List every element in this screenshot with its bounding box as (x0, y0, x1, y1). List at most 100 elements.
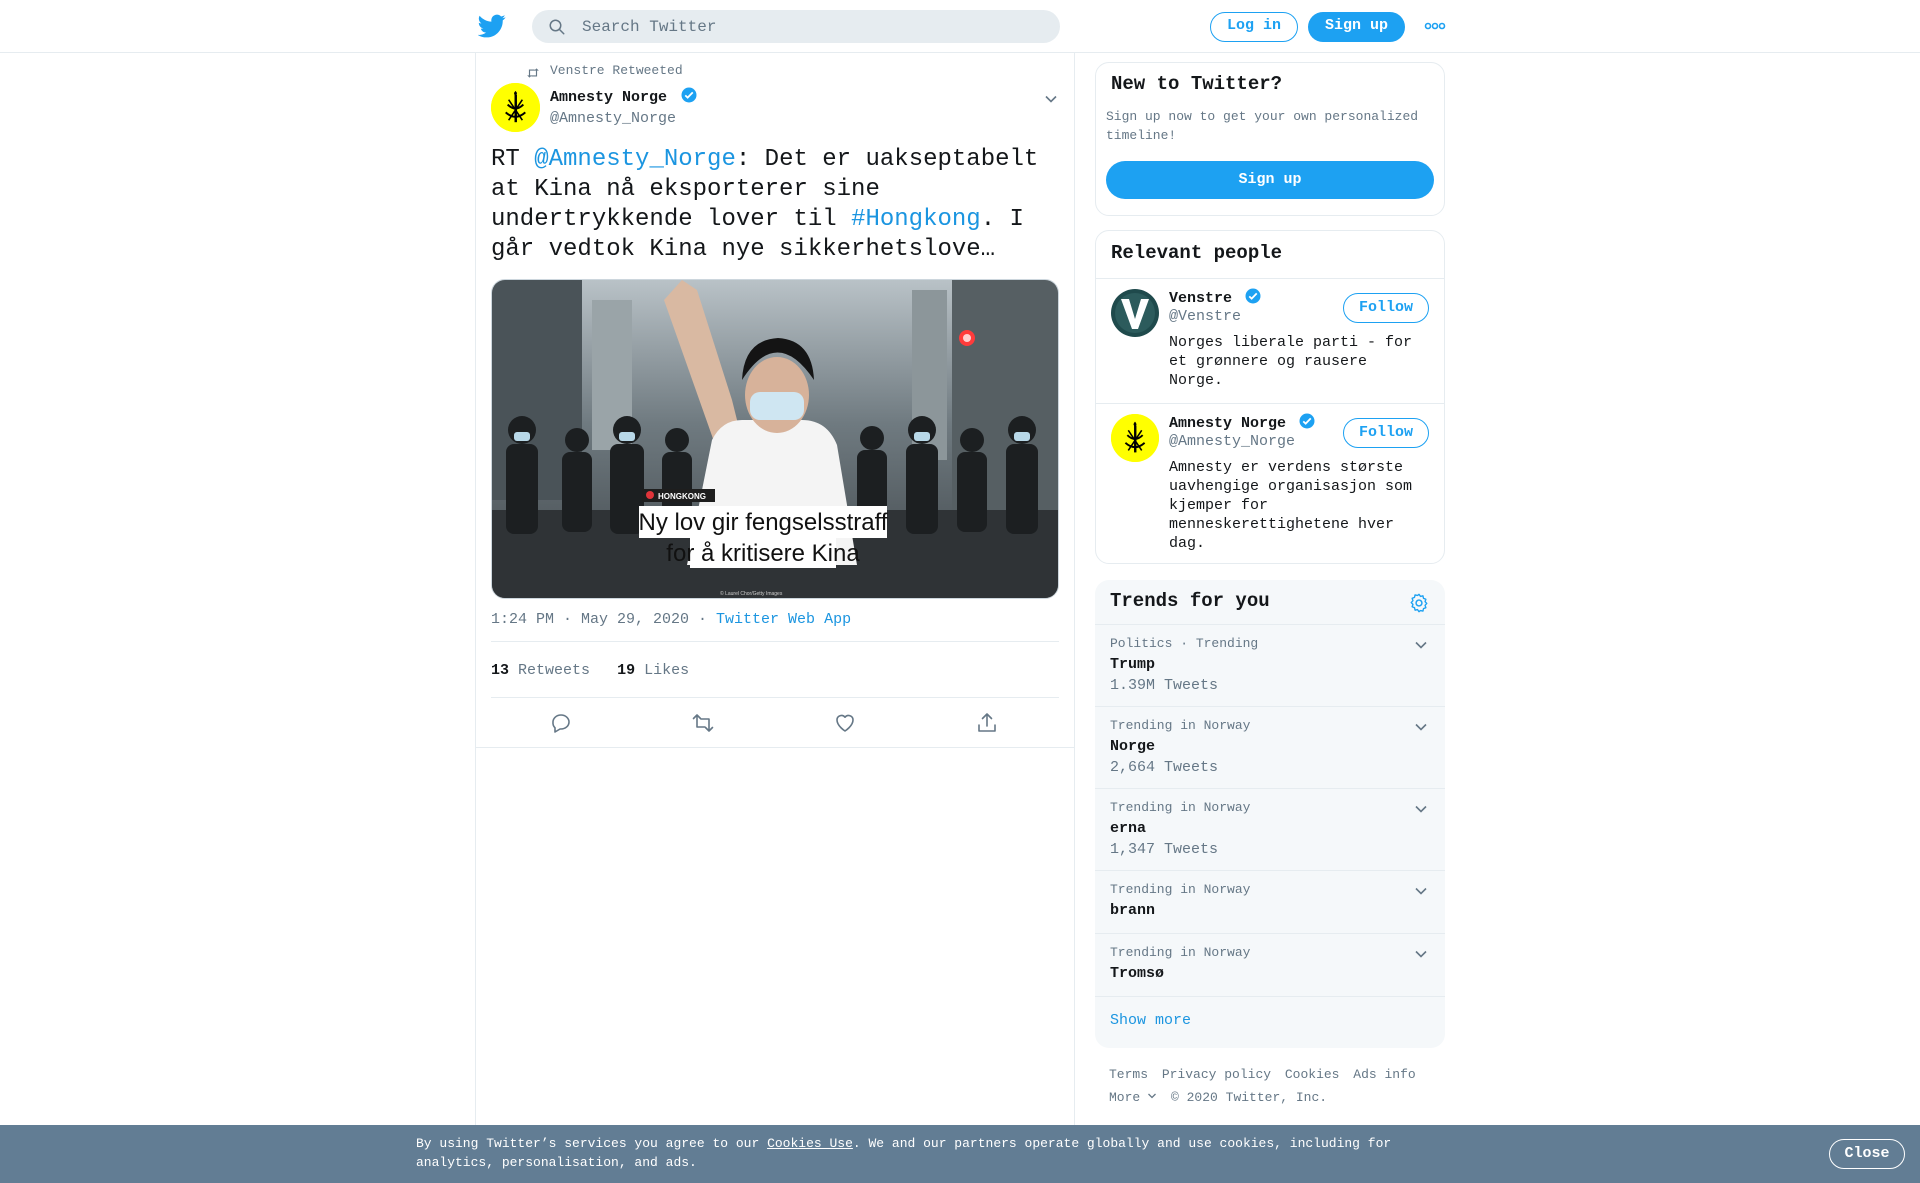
new-to-twitter-text: Sign up now to get your own personalized… (1106, 109, 1419, 143)
retweets-stat[interactable]: 13 Retweets (491, 662, 590, 679)
show-more-link[interactable]: Show more (1110, 1012, 1191, 1029)
chevron-down-icon[interactable] (1043, 91, 1059, 107)
footer-more-menu[interactable]: More (1109, 1090, 1157, 1105)
search-input[interactable] (582, 10, 1042, 43)
reply-icon[interactable] (549, 711, 573, 735)
chevron-down-icon[interactable] (1413, 801, 1429, 817)
trend-context: Trending in Norway (1110, 882, 1251, 897)
divider (491, 641, 1059, 642)
login-button[interactable]: Log in (1210, 12, 1298, 42)
trend-count: 1.39M Tweets (1110, 677, 1219, 694)
tweet-meta: 1:24 PM · May 29, 2020 · Twitter Web App (491, 611, 851, 628)
media-headline-line2: for å kritisere Kina (666, 540, 860, 567)
relevant-people-title: Relevant people (1111, 242, 1283, 264)
trend-count: 2,664 Tweets (1110, 759, 1219, 776)
likes-label: Likes (644, 662, 690, 679)
tweet-timestamp[interactable]: 1:24 PM · May 29, 2020 · (491, 611, 716, 628)
search-box[interactable] (532, 10, 1060, 43)
cookie-text-before: By using Twitter’s services you agree to… (416, 1136, 768, 1151)
amnesty-candle-icon (491, 83, 540, 132)
venstre-logo-icon (1111, 289, 1159, 337)
divider (491, 697, 1059, 698)
follow-button[interactable]: Follow (1343, 293, 1429, 323)
trend-context: Politics · Trending (1110, 636, 1259, 651)
trend-name: Norge (1110, 738, 1156, 755)
relevant-people-card: Relevant people Venstre @Venstre Norges … (1095, 230, 1445, 564)
trend-item[interactable]: Trending in Norway erna 1,347 Tweets (1095, 789, 1445, 871)
source-app-link[interactable]: Twitter Web App (716, 611, 851, 628)
trend-name: brann (1110, 902, 1156, 919)
sidebar-footer: Terms Privacy policy Cookies Ads info Mo… (1109, 1063, 1439, 1109)
person-venstre[interactable]: Venstre @Venstre Norges liberale parti -… (1096, 279, 1444, 403)
verified-badge-icon (1299, 413, 1315, 429)
hashtag-link[interactable]: #Hongkong (851, 206, 981, 233)
footer-link-privacy[interactable]: Privacy policy (1162, 1067, 1271, 1082)
cookies-use-link[interactable]: Cookies Use (767, 1136, 853, 1151)
tweet-media-image[interactable]: HONGKONG Ny lov gir fengselsstraff for å… (491, 279, 1059, 599)
author-handle: @Amnesty_Norge (550, 110, 677, 127)
media-headline-line1: Ny lov gir fengselsstraff (639, 509, 888, 536)
person-amnesty[interactable]: Amnesty Norge @Amnesty_Norge Amnesty er … (1096, 403, 1444, 563)
author-avatar[interactable] (491, 83, 540, 132)
tweet-text: RT @Amnesty_Norge: Det er uakseptabelt a… (491, 145, 1066, 265)
footer-copyright: © 2020 Twitter, Inc. (1171, 1090, 1328, 1105)
person-name-row: Amnesty Norge (1169, 412, 1316, 432)
trend-item[interactable]: Trending in Norway brann (1095, 871, 1445, 934)
follow-button[interactable]: Follow (1343, 418, 1429, 448)
mention-link[interactable]: @Amnesty_Norge (534, 146, 736, 173)
signup-button[interactable]: Sign up (1308, 12, 1405, 42)
top-bar: Log in Sign up (0, 0, 1920, 53)
person-handle: @Amnesty_Norge (1169, 433, 1296, 450)
retweeted-by-label: Venstre Retweeted (550, 63, 683, 78)
trend-context: Trending in Norway (1110, 718, 1251, 733)
person-name[interactable]: Venstre (1169, 290, 1232, 307)
trends-title: Trends for you (1110, 590, 1270, 612)
like-heart-icon[interactable] (833, 711, 857, 735)
divider (476, 747, 1074, 748)
trend-name: erna (1110, 820, 1147, 837)
trend-item[interactable]: Trending in Norway Tromsø (1095, 934, 1445, 997)
verified-badge-icon (1245, 288, 1261, 304)
retweet-icon (527, 68, 539, 78)
media-credit: © Laurel Chor/Getty Images (720, 590, 783, 597)
amnesty-avatar[interactable] (1111, 414, 1159, 462)
trends-card: Trends for you Politics · Trending Trump… (1095, 580, 1445, 1048)
trend-item[interactable]: Politics · Trending Trump 1.39M Tweets (1095, 625, 1445, 707)
relevant-people-header: Relevant people (1096, 231, 1444, 279)
chevron-down-icon[interactable] (1413, 946, 1429, 962)
footer-link-cookies[interactable]: Cookies (1285, 1067, 1340, 1082)
tweet-stats: 13 Retweets 19 Likes (491, 662, 689, 679)
likes-stat[interactable]: 19 Likes (617, 662, 689, 679)
sidebar-signup-button[interactable]: Sign up (1106, 161, 1434, 199)
retweets-count: 13 (491, 662, 510, 679)
footer-link-terms[interactable]: Terms (1109, 1067, 1148, 1082)
twitter-bird-icon[interactable] (478, 12, 506, 40)
trend-name: Tromsø (1110, 965, 1165, 982)
person-bio: Amnesty er verdens største uavhengige or… (1169, 459, 1413, 552)
tweet-column: Venstre Retweeted Amnesty Norge @Amnesty… (475, 53, 1075, 1183)
footer-more-label: More (1109, 1090, 1141, 1105)
trend-name: Trump (1110, 656, 1156, 673)
author-block[interactable]: Amnesty Norge @Amnesty_Norge (550, 86, 698, 127)
trend-item[interactable]: Trending in Norway Norge 2,664 Tweets (1095, 707, 1445, 789)
footer-link-ads-info[interactable]: Ads info (1353, 1067, 1415, 1082)
tweet-actions (491, 699, 1059, 747)
chevron-down-icon[interactable] (1413, 719, 1429, 735)
person-name[interactable]: Amnesty Norge (1169, 415, 1286, 432)
venstre-avatar[interactable] (1111, 289, 1159, 337)
settings-gear-icon[interactable] (1408, 592, 1430, 614)
trend-context: Trending in Norway (1110, 800, 1251, 815)
author-name[interactable]: Amnesty Norge (550, 89, 667, 106)
new-to-twitter-title: New to Twitter? (1111, 73, 1283, 95)
retweet-action-icon[interactable] (691, 711, 715, 735)
media-tag: HONGKONG (658, 492, 706, 501)
chevron-down-icon[interactable] (1413, 883, 1429, 899)
protest-photo: HONGKONG Ny lov gir fengselsstraff for å… (492, 280, 1058, 598)
new-to-twitter-card: New to Twitter? Sign up now to get your … (1095, 62, 1445, 216)
more-options-icon[interactable] (1424, 18, 1446, 34)
chevron-down-icon[interactable] (1413, 637, 1429, 653)
tweet-text-prefix: RT (491, 146, 535, 173)
cookie-close-button[interactable]: Close (1829, 1139, 1905, 1169)
share-icon[interactable] (975, 711, 999, 735)
cookie-banner: By using Twitter’s services you agree to… (0, 1125, 1920, 1183)
